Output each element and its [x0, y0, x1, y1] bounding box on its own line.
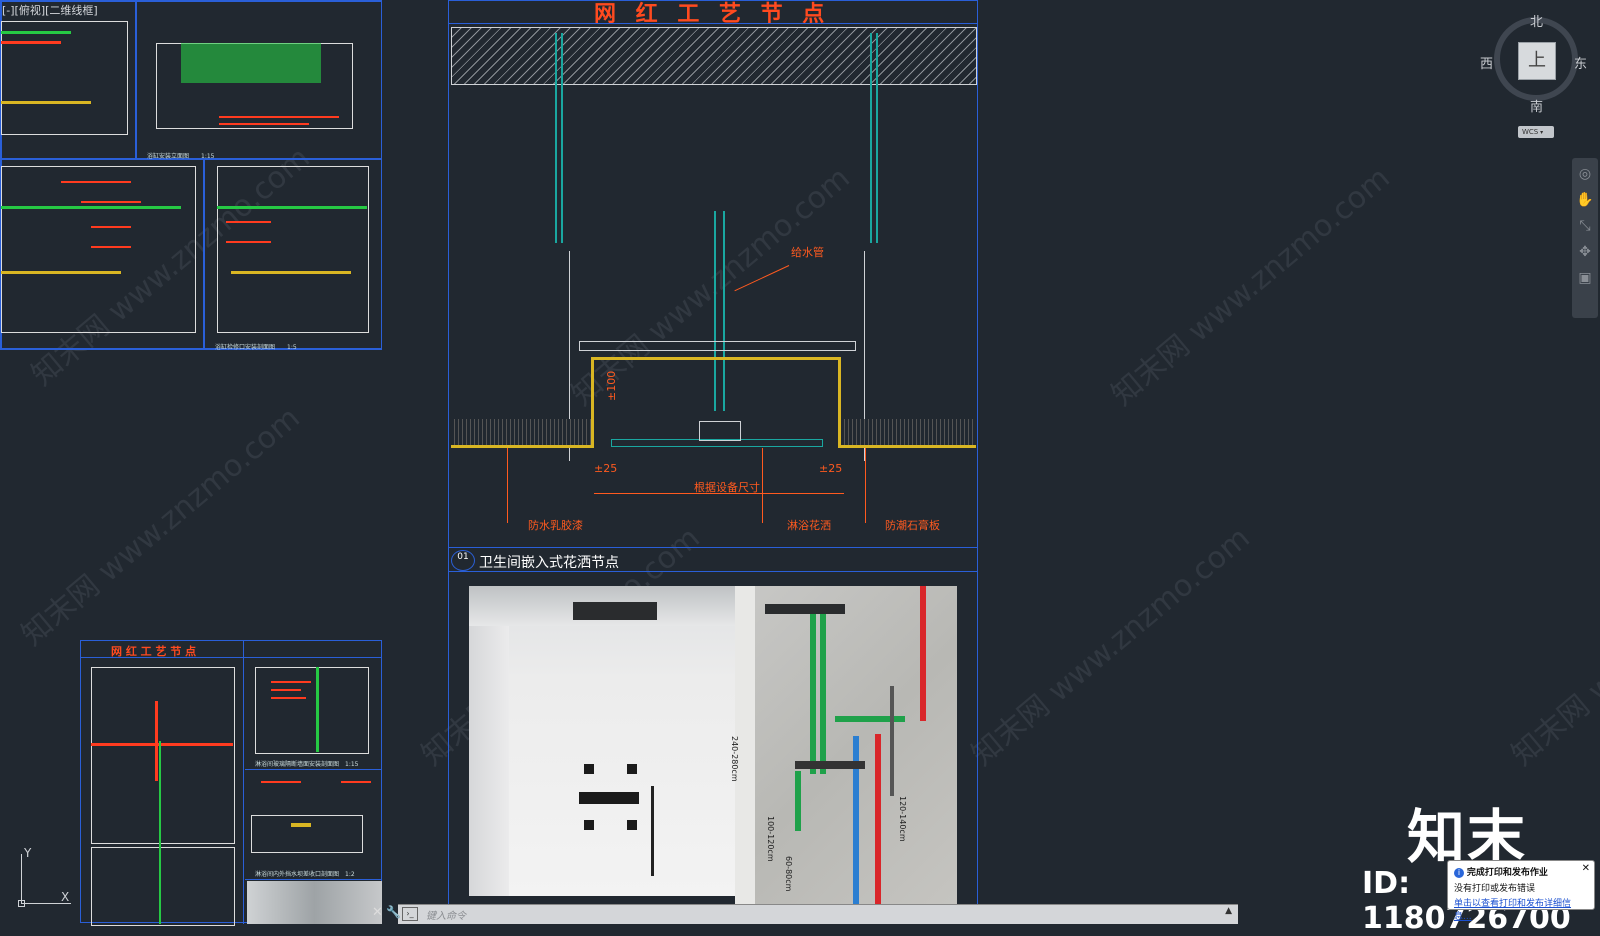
- caption: 淋浴间内外挡水坝差收口剖面图 1:2: [255, 871, 355, 878]
- shower-render-photo: [469, 586, 735, 896]
- pan-icon[interactable]: ✋: [1575, 190, 1595, 210]
- ucs-icon: Y X: [18, 846, 78, 910]
- dimension-text: 100-120cm: [766, 816, 775, 862]
- compass-east[interactable]: 东: [1574, 53, 1587, 72]
- viewcube-top-face[interactable]: 上: [1518, 42, 1556, 80]
- dimension-text: 60-80cm: [784, 856, 793, 892]
- command-prompt-icon[interactable]: ›_: [402, 907, 418, 921]
- watermark: 知末网 www.znzmo.com: [965, 520, 1257, 773]
- command-history-arrow-icon[interactable]: ▲: [1225, 906, 1232, 916]
- navigation-bar: ◎ ✋ ⤡ ✥ ▣: [1572, 158, 1598, 318]
- compass-west[interactable]: 西: [1480, 53, 1493, 72]
- node-number: 01: [451, 550, 475, 571]
- label-dimension-25: ±25: [819, 462, 843, 475]
- wcs-menu[interactable]: WCS ▾: [1518, 126, 1554, 138]
- close-icon[interactable]: ✕: [1582, 863, 1590, 874]
- shower-install-photo: 240-280cm 100-120cm 60-80cm 120-140cm: [730, 586, 957, 923]
- caption: 淋浴间玻璃隔断墙面安装剖面图 1:15: [255, 761, 359, 768]
- watermark: 知末网 www.znzmo.com: [15, 400, 307, 653]
- print-notification[interactable]: i 完成打印和发布作业 ✕ 没有打印或发布错误 单击以查看打印和发布详细信息..…: [1447, 860, 1595, 922]
- caption: 浴缸检修口安装剖面图 1:5: [215, 344, 297, 351]
- bottom-left-sheet: 网 红 工 艺 节 点 淋浴间玻璃隔断墙面安装剖面图 1:15 淋浴间内外挡水坝…: [80, 640, 382, 926]
- showmotion-icon[interactable]: ▣: [1575, 268, 1595, 288]
- info-icon: i: [1454, 868, 1464, 878]
- steering-wheel-icon[interactable]: ◎: [1575, 164, 1595, 184]
- label-dimension-25: ±25: [594, 462, 618, 475]
- dimension-text: 240-280cm: [730, 736, 739, 782]
- ucs-y-label: Y: [24, 846, 32, 860]
- wrench-icon[interactable]: 🔧: [386, 905, 401, 919]
- label-waterproof-paint: 防水乳胶漆: [528, 519, 583, 532]
- watermark: 知末网 www.znzmo.com: [1505, 520, 1600, 773]
- ucs-x-label: X: [61, 890, 70, 904]
- ceiling-slab: [451, 27, 977, 85]
- caption: 浴缸安装立面图 1:15: [147, 153, 215, 160]
- notification-title: 完成打印和发布作业: [1466, 868, 1548, 878]
- compass-south[interactable]: 南: [1530, 96, 1543, 115]
- node-title: 卫生间嵌入式花洒节点: [479, 555, 619, 571]
- label-shower-head: 淋浴花洒: [787, 519, 831, 532]
- close-icon[interactable]: ✕: [372, 905, 384, 920]
- label-supply-pipe: 给水管: [791, 246, 824, 259]
- compass-north[interactable]: 北: [1530, 11, 1543, 30]
- command-input[interactable]: 键入命令: [426, 907, 466, 922]
- top-left-sheet: 浴缸安装立面图 1:15 浴缸检修口安装剖面图 1:5: [0, 0, 382, 351]
- zoom-icon[interactable]: ⤡: [1575, 216, 1595, 236]
- label-dimension-100: ±100: [605, 370, 618, 401]
- notification-link[interactable]: 单击以查看打印和发布详细信息...: [1454, 896, 1588, 922]
- dimension-text: 120-140cm: [898, 796, 907, 842]
- label-moisture-board: 防潮石膏板: [885, 519, 940, 532]
- orbit-icon[interactable]: ✥: [1575, 242, 1595, 262]
- notification-body: 没有打印或发布错误: [1454, 884, 1536, 894]
- command-line-bar: ✕ 🔧 ›_ 键入命令 ▲: [372, 904, 1238, 924]
- watermark: 知末网 www.znzmo.com: [1105, 160, 1397, 413]
